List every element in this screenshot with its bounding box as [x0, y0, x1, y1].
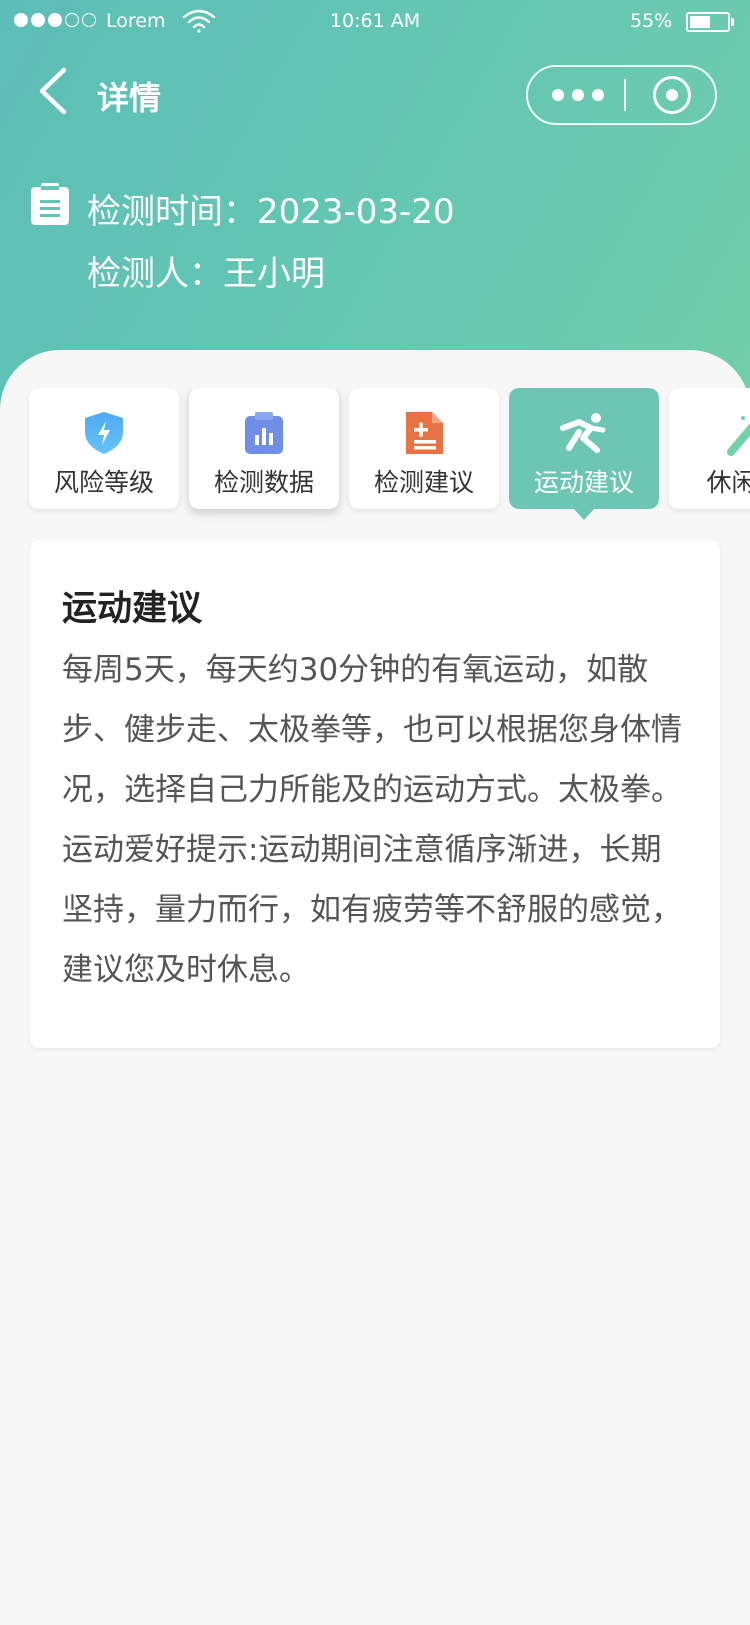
- tab-label: 检测建议: [373, 468, 474, 497]
- status-bar: Lorem 10:61 AM 55%: [0, 0, 750, 44]
- wand-icon: [727, 416, 750, 456]
- tab-label: 运动建议: [533, 468, 634, 497]
- clipboard-icon: [31, 183, 69, 225]
- chevron-left-icon[interactable]: [36, 66, 76, 116]
- tab-risk-level[interactable]: 风险等级: [29, 388, 179, 509]
- running-icon: [560, 413, 606, 453]
- tab-detection-advice[interactable]: 检测建议: [349, 388, 499, 509]
- mini-program-capsule: [526, 65, 717, 125]
- detection-person: 检测人：王小明: [87, 254, 325, 294]
- battery-percent: 55%: [630, 10, 673, 32]
- capsule-divider: [624, 79, 626, 111]
- tab-label: 风险等级: [53, 468, 154, 497]
- shield-bolt-icon: [85, 412, 123, 454]
- tab-label: 休闲娱: [706, 468, 750, 497]
- battery-nub: [731, 18, 734, 26]
- detection-date: 检测时间：2023-03-20: [87, 192, 455, 232]
- card-body: 每周5天，每天约30分钟的有氧运动，如散步、健步走、太极拳等，也可以根据您身体情…: [62, 652, 682, 988]
- advice-card: 运动建议 每周5天，每天约30分钟的有氧运动，如散步、健步走、太极拳等，也可以根…: [30, 540, 720, 1048]
- target-close-icon[interactable]: [653, 76, 691, 114]
- tab-exercise-advice[interactable]: 运动建议: [509, 388, 659, 520]
- tab-detection-data[interactable]: 检测数据: [189, 388, 339, 509]
- battery-icon: [686, 12, 730, 32]
- card-title: 运动建议: [62, 589, 203, 629]
- tab-leisure[interactable]: 休闲娱: [669, 388, 750, 509]
- document-plus-icon: [406, 412, 443, 454]
- active-tab-pointer: [573, 508, 595, 520]
- clipboard-chart-icon: [245, 412, 283, 454]
- category-tabs: 风险等级 检测数据 检测建议 运动建议 休闲: [0, 388, 750, 528]
- page-title: 详情: [97, 79, 162, 117]
- battery-level-fill: [690, 16, 710, 28]
- page: Lorem 10:61 AM 55% 详情 检测时间：2023-03-20 检测…: [0, 0, 750, 1625]
- tab-label: 检测数据: [213, 468, 314, 497]
- more-dots-icon[interactable]: [552, 67, 604, 123]
